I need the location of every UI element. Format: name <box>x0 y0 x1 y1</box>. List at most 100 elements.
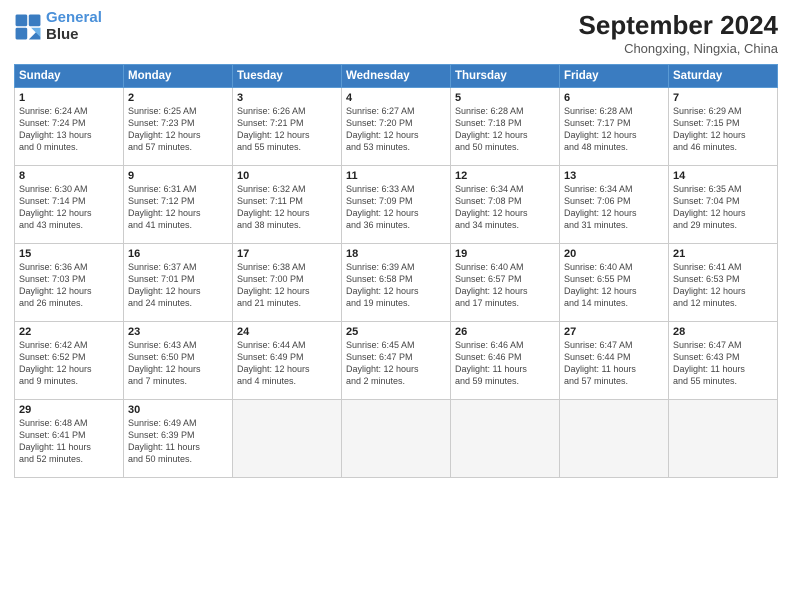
day-details: Sunrise: 6:34 AMSunset: 7:06 PMDaylight:… <box>564 183 664 232</box>
day-number: 28 <box>673 326 773 338</box>
day-number: 17 <box>237 248 337 260</box>
day-number: 20 <box>564 248 664 260</box>
calendar-cell: 25Sunrise: 6:45 AMSunset: 6:47 PMDayligh… <box>342 322 451 400</box>
day-number: 5 <box>455 92 555 104</box>
calendar-cell: 4Sunrise: 6:27 AMSunset: 7:20 PMDaylight… <box>342 88 451 166</box>
calendar-cell: 9Sunrise: 6:31 AMSunset: 7:12 PMDaylight… <box>124 166 233 244</box>
logo: General Blue <box>14 10 102 43</box>
calendar-cell: 15Sunrise: 6:36 AMSunset: 7:03 PMDayligh… <box>15 244 124 322</box>
day-number: 27 <box>564 326 664 338</box>
day-details: Sunrise: 6:40 AMSunset: 6:55 PMDaylight:… <box>564 261 664 310</box>
day-details: Sunrise: 6:31 AMSunset: 7:12 PMDaylight:… <box>128 183 228 232</box>
weekday-header-thursday: Thursday <box>451 65 560 88</box>
logo-line1: General <box>46 10 102 27</box>
calendar-cell: 22Sunrise: 6:42 AMSunset: 6:52 PMDayligh… <box>15 322 124 400</box>
weekday-header-monday: Monday <box>124 65 233 88</box>
day-details: Sunrise: 6:35 AMSunset: 7:04 PMDaylight:… <box>673 183 773 232</box>
day-number: 1 <box>19 92 119 104</box>
day-details: Sunrise: 6:48 AMSunset: 6:41 PMDaylight:… <box>19 417 119 466</box>
calendar-cell <box>560 400 669 478</box>
calendar-body: 1Sunrise: 6:24 AMSunset: 7:24 PMDaylight… <box>15 88 778 478</box>
logo-icon <box>14 13 42 41</box>
calendar-cell: 3Sunrise: 6:26 AMSunset: 7:21 PMDaylight… <box>233 88 342 166</box>
calendar-header: SundayMondayTuesdayWednesdayThursdayFrid… <box>15 65 778 88</box>
day-details: Sunrise: 6:42 AMSunset: 6:52 PMDaylight:… <box>19 339 119 388</box>
day-details: Sunrise: 6:38 AMSunset: 7:00 PMDaylight:… <box>237 261 337 310</box>
calendar-week-1: 1Sunrise: 6:24 AMSunset: 7:24 PMDaylight… <box>15 88 778 166</box>
calendar-cell: 11Sunrise: 6:33 AMSunset: 7:09 PMDayligh… <box>342 166 451 244</box>
day-number: 15 <box>19 248 119 260</box>
logo-line2: Blue <box>46 27 102 44</box>
calendar-table: SundayMondayTuesdayWednesdayThursdayFrid… <box>14 64 778 478</box>
day-details: Sunrise: 6:49 AMSunset: 6:39 PMDaylight:… <box>128 417 228 466</box>
day-number: 8 <box>19 170 119 182</box>
day-details: Sunrise: 6:41 AMSunset: 6:53 PMDaylight:… <box>673 261 773 310</box>
day-details: Sunrise: 6:28 AMSunset: 7:18 PMDaylight:… <box>455 105 555 154</box>
day-details: Sunrise: 6:47 AMSunset: 6:43 PMDaylight:… <box>673 339 773 388</box>
day-details: Sunrise: 6:26 AMSunset: 7:21 PMDaylight:… <box>237 105 337 154</box>
calendar-cell <box>669 400 778 478</box>
calendar-cell: 20Sunrise: 6:40 AMSunset: 6:55 PMDayligh… <box>560 244 669 322</box>
day-details: Sunrise: 6:24 AMSunset: 7:24 PMDaylight:… <box>19 105 119 154</box>
day-details: Sunrise: 6:47 AMSunset: 6:44 PMDaylight:… <box>564 339 664 388</box>
calendar-cell: 30Sunrise: 6:49 AMSunset: 6:39 PMDayligh… <box>124 400 233 478</box>
day-details: Sunrise: 6:28 AMSunset: 7:17 PMDaylight:… <box>564 105 664 154</box>
calendar-cell: 17Sunrise: 6:38 AMSunset: 7:00 PMDayligh… <box>233 244 342 322</box>
day-details: Sunrise: 6:29 AMSunset: 7:15 PMDaylight:… <box>673 105 773 154</box>
day-number: 30 <box>128 404 228 416</box>
month-year: September 2024 <box>579 10 778 41</box>
day-details: Sunrise: 6:30 AMSunset: 7:14 PMDaylight:… <box>19 183 119 232</box>
day-details: Sunrise: 6:32 AMSunset: 7:11 PMDaylight:… <box>237 183 337 232</box>
day-number: 16 <box>128 248 228 260</box>
calendar-cell: 18Sunrise: 6:39 AMSunset: 6:58 PMDayligh… <box>342 244 451 322</box>
day-number: 22 <box>19 326 119 338</box>
day-number: 11 <box>346 170 446 182</box>
day-number: 3 <box>237 92 337 104</box>
calendar-week-5: 29Sunrise: 6:48 AMSunset: 6:41 PMDayligh… <box>15 400 778 478</box>
day-details: Sunrise: 6:27 AMSunset: 7:20 PMDaylight:… <box>346 105 446 154</box>
weekday-header-tuesday: Tuesday <box>233 65 342 88</box>
day-number: 24 <box>237 326 337 338</box>
day-number: 10 <box>237 170 337 182</box>
day-number: 6 <box>564 92 664 104</box>
calendar-cell: 1Sunrise: 6:24 AMSunset: 7:24 PMDaylight… <box>15 88 124 166</box>
logo-text: General Blue <box>46 10 102 43</box>
calendar-cell <box>451 400 560 478</box>
calendar-cell: 10Sunrise: 6:32 AMSunset: 7:11 PMDayligh… <box>233 166 342 244</box>
day-details: Sunrise: 6:46 AMSunset: 6:46 PMDaylight:… <box>455 339 555 388</box>
weekday-header-wednesday: Wednesday <box>342 65 451 88</box>
calendar-cell: 6Sunrise: 6:28 AMSunset: 7:17 PMDaylight… <box>560 88 669 166</box>
calendar-cell: 21Sunrise: 6:41 AMSunset: 6:53 PMDayligh… <box>669 244 778 322</box>
title-block: September 2024 Chongxing, Ningxia, China <box>579 10 778 56</box>
day-details: Sunrise: 6:34 AMSunset: 7:08 PMDaylight:… <box>455 183 555 232</box>
day-details: Sunrise: 6:45 AMSunset: 6:47 PMDaylight:… <box>346 339 446 388</box>
calendar-week-2: 8Sunrise: 6:30 AMSunset: 7:14 PMDaylight… <box>15 166 778 244</box>
header: General Blue September 2024 Chongxing, N… <box>14 10 778 56</box>
calendar-cell: 12Sunrise: 6:34 AMSunset: 7:08 PMDayligh… <box>451 166 560 244</box>
calendar-cell: 14Sunrise: 6:35 AMSunset: 7:04 PMDayligh… <box>669 166 778 244</box>
day-number: 7 <box>673 92 773 104</box>
day-number: 13 <box>564 170 664 182</box>
day-number: 21 <box>673 248 773 260</box>
day-number: 25 <box>346 326 446 338</box>
day-number: 29 <box>19 404 119 416</box>
day-number: 23 <box>128 326 228 338</box>
calendar-cell: 28Sunrise: 6:47 AMSunset: 6:43 PMDayligh… <box>669 322 778 400</box>
calendar-cell: 16Sunrise: 6:37 AMSunset: 7:01 PMDayligh… <box>124 244 233 322</box>
calendar-cell: 5Sunrise: 6:28 AMSunset: 7:18 PMDaylight… <box>451 88 560 166</box>
day-details: Sunrise: 6:39 AMSunset: 6:58 PMDaylight:… <box>346 261 446 310</box>
weekday-header-sunday: Sunday <box>15 65 124 88</box>
weekday-row: SundayMondayTuesdayWednesdayThursdayFrid… <box>15 65 778 88</box>
calendar-cell: 23Sunrise: 6:43 AMSunset: 6:50 PMDayligh… <box>124 322 233 400</box>
day-details: Sunrise: 6:37 AMSunset: 7:01 PMDaylight:… <box>128 261 228 310</box>
day-number: 26 <box>455 326 555 338</box>
day-number: 12 <box>455 170 555 182</box>
calendar-cell: 26Sunrise: 6:46 AMSunset: 6:46 PMDayligh… <box>451 322 560 400</box>
weekday-header-friday: Friday <box>560 65 669 88</box>
calendar-cell: 27Sunrise: 6:47 AMSunset: 6:44 PMDayligh… <box>560 322 669 400</box>
calendar-cell <box>342 400 451 478</box>
day-number: 14 <box>673 170 773 182</box>
calendar-cell <box>233 400 342 478</box>
calendar-cell: 13Sunrise: 6:34 AMSunset: 7:06 PMDayligh… <box>560 166 669 244</box>
calendar-cell: 24Sunrise: 6:44 AMSunset: 6:49 PMDayligh… <box>233 322 342 400</box>
